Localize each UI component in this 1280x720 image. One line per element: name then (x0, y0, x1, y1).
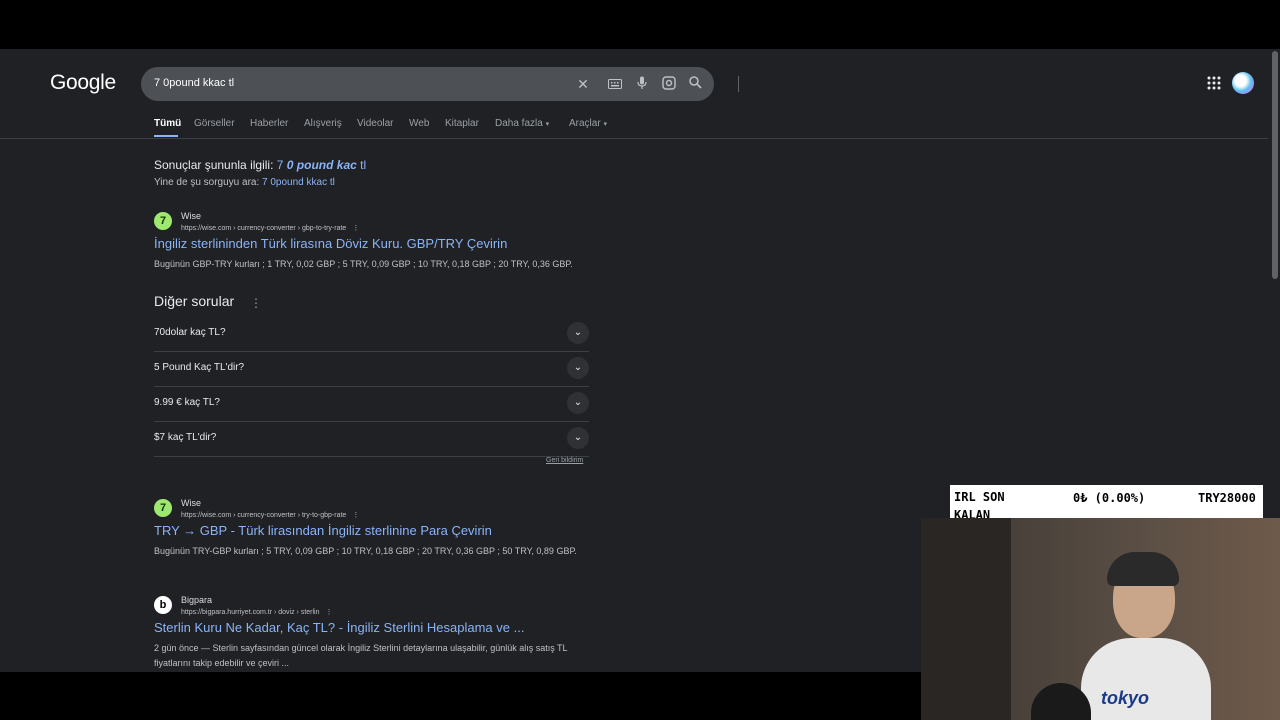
dropdown-icon: ▾ (545, 121, 550, 128)
result-site-name[interactable]: Bigpara (181, 595, 212, 605)
apps-grid-icon[interactable] (1207, 76, 1221, 90)
streamer: tokyo (1081, 548, 1211, 720)
wise-favicon: 7 (154, 499, 172, 517)
google-logo[interactable]: Google (50, 71, 116, 95)
more-options-icon: ⋮ (352, 512, 360, 519)
clear-icon[interactable]: ✕ (575, 76, 591, 92)
paa-question-text: 9.99 € kaç TL? (154, 397, 220, 408)
result-title-link[interactable]: İngiliz sterlininden Türk lirasına Döviz… (154, 236, 507, 251)
background-window (921, 518, 1011, 720)
dropdown-icon: ▾ (603, 121, 607, 128)
chevron-down-icon[interactable]: ⌄ (567, 427, 589, 449)
active-tab-indicator (154, 135, 178, 137)
result-url[interactable]: https://bigpara.hurriyet.com.tr › doviz … (181, 608, 333, 616)
spelling-correction: Sonuçlar şununla ilgili: 7 0 pound kac t… (154, 158, 367, 172)
paa-question[interactable]: 5 Pound Kaç TL'dir? ⌄ (154, 351, 589, 387)
tab-shopping[interactable]: Alışveriş (304, 118, 342, 129)
paa-question-text: $7 kaç TL'dir? (154, 432, 217, 443)
result-site-name[interactable]: Wise (181, 498, 201, 508)
search-box[interactable]: 7 0pound kkac tl ✕ (141, 67, 739, 101)
search-tabs: Tümü Görseller Haberler Alışveriş Videol… (0, 116, 1268, 139)
tab-videos[interactable]: Videolar (357, 118, 394, 129)
tab-tools[interactable]: Araçlar ▾ (569, 118, 607, 129)
paa-question[interactable]: 9.99 € kaç TL? ⌄ (154, 386, 589, 422)
tab-web[interactable]: Web (409, 118, 429, 129)
search-input[interactable]: 7 0pound kkac tl (154, 77, 234, 89)
webcam-feed: tokyo (921, 518, 1280, 720)
tab-news[interactable]: Haberler (250, 118, 288, 129)
result-url[interactable]: https://wise.com › currency-converter › … (181, 511, 359, 519)
paa-question-text: 5 Pound Kaç TL'dir? (154, 362, 245, 373)
donation-goal-overlay: IRL SON KALAN 0₺ (0.00%) TRY28000 (950, 485, 1263, 518)
account-avatar[interactable] (1232, 72, 1254, 94)
goal-label: IRL SON KALAN (954, 490, 1005, 518)
people-also-ask-title: Diğer sorular (154, 293, 235, 309)
goal-amount: 0₺ (0.00%) (1073, 491, 1146, 505)
tab-images[interactable]: Görseller (194, 118, 235, 129)
original-query-line: Yine de şu sorguyu ara: 7 0pound kkac tl (154, 177, 335, 188)
result-snippet: 2 gün önce — Sterlin sayfasından güncel … (154, 643, 568, 668)
result-snippet: Bugünün TRY-GBP kurları ; 5 TRY, 0,09 GB… (154, 546, 577, 556)
chevron-down-icon[interactable]: ⌄ (567, 392, 589, 414)
bigpara-favicon: b (154, 596, 172, 614)
result-snippet: Bugünün GBP-TRY kurları ; 1 TRY, 0,02 GB… (154, 259, 573, 269)
result-title-link[interactable]: TRY → GBP - Türk lirasından İngiliz ster… (154, 523, 492, 538)
more-options-icon: ⋮ (325, 609, 333, 616)
scrollbar-thumb[interactable] (1272, 51, 1278, 279)
search-divider (738, 76, 739, 92)
paa-question[interactable]: 70dolar kaç TL? ⌄ (154, 316, 589, 352)
corrected-query-link[interactable]: 7 0 pound kac tl (277, 158, 366, 172)
chevron-down-icon[interactable]: ⌄ (567, 322, 589, 344)
wise-favicon: 7 (154, 212, 172, 230)
chevron-down-icon[interactable]: ⌄ (567, 357, 589, 379)
shirt-print: tokyo (1101, 688, 1150, 708)
result-title-link[interactable]: Sterlin Kuru Ne Kadar, Kaç TL? - İngiliz… (154, 620, 524, 635)
feedback-link[interactable]: Geri bildirim (546, 457, 583, 464)
original-query-link[interactable]: 7 0pound kkac tl (262, 177, 335, 188)
more-options-icon[interactable]: ⋮ (250, 296, 262, 310)
stream-top-bar (0, 0, 1280, 49)
paa-question[interactable]: $7 kaç TL'dir? ⌄ (154, 421, 589, 457)
goal-target: TRY28000 (1198, 491, 1256, 505)
paa-question-text: 70dolar kaç TL? (154, 327, 226, 338)
shirt: tokyo (1081, 638, 1211, 720)
result-site-name[interactable]: Wise (181, 211, 201, 221)
tab-all[interactable]: Tümü (154, 118, 181, 129)
more-options-icon: ⋮ (352, 225, 360, 232)
keyboard-icon[interactable] (607, 76, 623, 92)
result-url[interactable]: https://wise.com › currency-converter › … (181, 224, 359, 232)
lens-icon[interactable] (661, 76, 677, 92)
microphone-icon[interactable] (634, 76, 650, 92)
cap (1107, 552, 1179, 586)
search-icon[interactable] (687, 76, 703, 92)
tab-books[interactable]: Kitaplar (445, 118, 479, 129)
tab-more[interactable]: Daha fazla ▾ (495, 118, 549, 129)
